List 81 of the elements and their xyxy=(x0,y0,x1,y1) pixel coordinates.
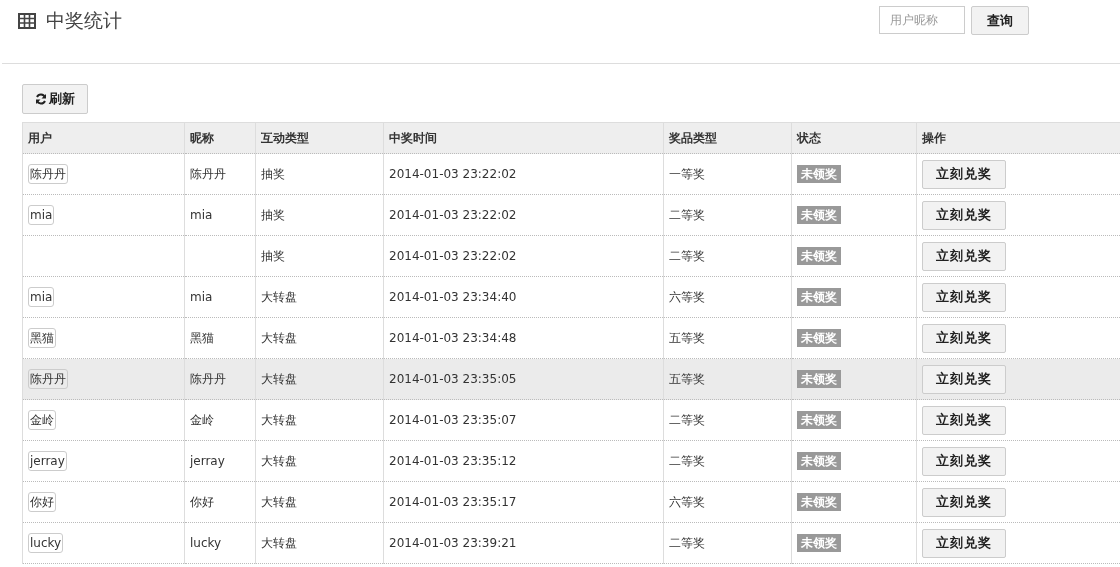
column-header: 中奖时间 xyxy=(383,122,664,154)
user-tag: 你好 xyxy=(28,491,56,512)
status-label: 未领奖 xyxy=(797,533,841,552)
status-label: 未领奖 xyxy=(797,410,841,429)
table-cell: 2014-01-03 23:39:21 xyxy=(389,536,517,550)
search-field[interactable]: 用户昵称 xyxy=(879,6,965,34)
table-cell: 大转盘 xyxy=(261,330,297,345)
table-cell: 大转盘 xyxy=(261,535,297,550)
status-label: 未领奖 xyxy=(797,492,841,511)
table-cell: 2014-01-03 23:35:07 xyxy=(389,413,517,427)
table-cell: 大转盘 xyxy=(261,289,297,304)
table-cell: 二等奖 xyxy=(669,535,705,550)
table-cell: 六等奖 xyxy=(669,289,705,304)
table-cell: 一等奖 xyxy=(669,166,705,181)
user-tag: jerray xyxy=(28,451,67,471)
table-cell: jerray xyxy=(190,454,225,468)
redeem-button[interactable]: 立刻兑奖 xyxy=(922,159,1006,189)
table-cell: 2014-01-03 23:22:02 xyxy=(389,208,517,222)
user-tag: 陈丹丹 xyxy=(28,368,68,389)
redeem-button[interactable]: 立刻兑奖 xyxy=(922,528,1006,558)
refresh-icon xyxy=(35,93,47,105)
table-cell: mia xyxy=(190,290,213,304)
status-label: 未领奖 xyxy=(797,369,841,388)
table-cell: 陈丹丹 xyxy=(190,166,226,181)
table-cell: 2014-01-03 23:35:05 xyxy=(389,372,517,386)
column-header: 操作 xyxy=(916,122,1120,154)
page-title: 中奖统计 xyxy=(46,8,122,33)
table-cell: 你好 xyxy=(190,494,214,509)
search-button[interactable]: 查询 xyxy=(971,6,1029,35)
column-header: 互动类型 xyxy=(255,122,384,154)
table-cell: 二等奖 xyxy=(669,412,705,427)
table-cell: 2014-01-03 23:34:40 xyxy=(389,290,517,304)
table-cell: 2014-01-03 23:34:48 xyxy=(389,331,517,345)
user-tag: mia xyxy=(28,205,55,225)
status-label: 未领奖 xyxy=(797,287,841,306)
redeem-button[interactable]: 立刻兑奖 xyxy=(922,446,1006,476)
status-label: 未领奖 xyxy=(797,328,841,347)
table-cell: 金岭 xyxy=(190,412,214,427)
column-header: 用户 xyxy=(22,122,185,154)
redeem-button[interactable]: 立刻兑奖 xyxy=(922,241,1006,271)
user-tag: 陈丹丹 xyxy=(28,163,68,184)
status-label: 未领奖 xyxy=(797,164,841,183)
user-tag: lucky xyxy=(28,533,64,553)
table-cell: 大转盘 xyxy=(261,453,297,468)
table-cell: 五等奖 xyxy=(669,330,705,345)
status-label: 未领奖 xyxy=(797,246,841,265)
table-cell: 二等奖 xyxy=(669,248,705,263)
redeem-button[interactable]: 立刻兑奖 xyxy=(922,487,1006,517)
user-tag: 金岭 xyxy=(28,409,56,430)
redeem-button[interactable]: 立刻兑奖 xyxy=(922,364,1006,394)
column-header: 状态 xyxy=(791,122,917,154)
column-header: 昵称 xyxy=(184,122,256,154)
table-cell: mia xyxy=(190,208,213,222)
table-cell: 2014-01-03 23:35:17 xyxy=(389,495,517,509)
table-cell: 大转盘 xyxy=(261,494,297,509)
column-header: 奖品类型 xyxy=(663,122,792,154)
redeem-button[interactable]: 立刻兑奖 xyxy=(922,405,1006,435)
table-cell: 2014-01-03 23:22:02 xyxy=(389,249,517,263)
table-cell: 大转盘 xyxy=(261,371,297,386)
table-cell: 五等奖 xyxy=(669,371,705,386)
table-cell: 抽奖 xyxy=(261,166,285,181)
user-tag: 黑猫 xyxy=(28,327,56,348)
status-label: 未领奖 xyxy=(797,451,841,470)
table-cell: 抽奖 xyxy=(261,207,285,222)
refresh-button[interactable]: 刷新 xyxy=(22,84,88,114)
table-cell: 抽奖 xyxy=(261,248,285,263)
status-label: 未领奖 xyxy=(797,205,841,224)
table-cell: 大转盘 xyxy=(261,412,297,427)
table-cell: 2014-01-03 23:35:12 xyxy=(389,454,517,468)
table-cell: 二等奖 xyxy=(669,207,705,222)
table-cell: 二等奖 xyxy=(669,453,705,468)
table-cell: 2014-01-03 23:22:02 xyxy=(389,167,517,181)
user-tag: mia xyxy=(28,287,55,307)
redeem-button[interactable]: 立刻兑奖 xyxy=(922,323,1006,353)
table-cell: 六等奖 xyxy=(669,494,705,509)
redeem-button[interactable]: 立刻兑奖 xyxy=(922,282,1006,312)
table-icon xyxy=(18,13,36,29)
table-cell: 陈丹丹 xyxy=(190,371,226,386)
table-cell: lucky xyxy=(190,536,222,550)
table-cell: 黑猫 xyxy=(190,330,214,345)
redeem-button[interactable]: 立刻兑奖 xyxy=(922,200,1006,230)
